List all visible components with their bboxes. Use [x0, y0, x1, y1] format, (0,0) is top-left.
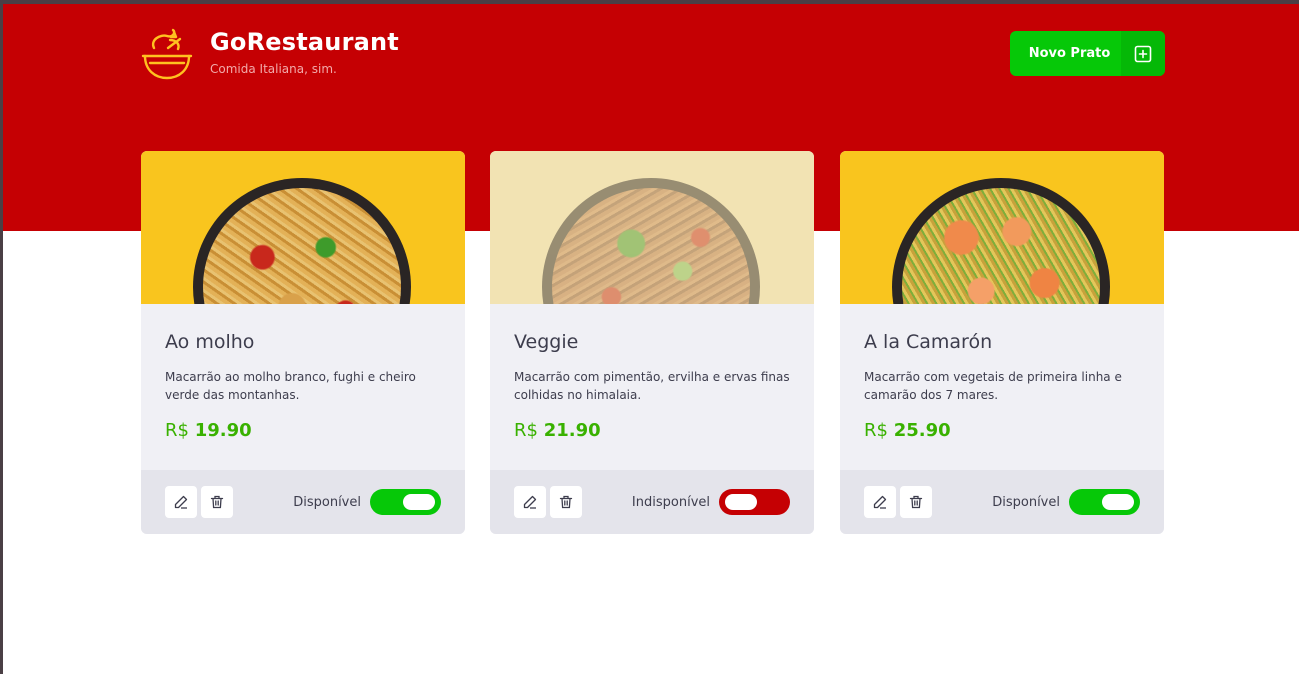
price-value: 21.90: [543, 420, 601, 441]
pencil-icon: [873, 495, 887, 509]
trash-icon: [210, 495, 224, 509]
toggle-knob: [403, 494, 435, 510]
trash-icon: [909, 495, 923, 509]
price-currency: R$: [165, 420, 189, 441]
availability: Indisponível: [632, 489, 790, 515]
edit-button[interactable]: [165, 486, 197, 518]
new-dish-button-label: Novo Prato: [1028, 46, 1111, 61]
brand: GoRestaurant Comida Italiana, sim.: [140, 28, 399, 82]
trash-icon: [559, 495, 573, 509]
dish-description: Macarrão com vegetais de primeira linha …: [864, 370, 1122, 402]
pencil-icon: [523, 495, 537, 509]
dish-image: [840, 151, 1164, 304]
dish-name: Veggie: [514, 331, 579, 353]
app-subtitle: Comida Italiana, sim.: [210, 62, 337, 76]
availability: Disponível: [293, 489, 441, 515]
delete-button[interactable]: [550, 486, 582, 518]
app-title: GoRestaurant: [210, 28, 399, 56]
window-left-border: [0, 0, 3, 674]
price-currency: R$: [514, 420, 538, 441]
availability-toggle[interactable]: [719, 489, 790, 515]
dish-plate-image: [892, 178, 1110, 304]
availability-label: Disponível: [992, 494, 1060, 510]
dish-info: A la Camarón Macarrão com vegetais de pr…: [840, 304, 1164, 470]
dish-plate-image: [542, 178, 760, 304]
availability-toggle[interactable]: [370, 489, 441, 515]
delete-button[interactable]: [201, 486, 233, 518]
dish-price: R$ 19.90: [165, 420, 441, 441]
availability-toggle[interactable]: [1069, 489, 1140, 515]
dish-actions: Disponível: [840, 470, 1164, 534]
dish-description: Macarrão com pimentão, ervilha e ervas f…: [514, 370, 790, 402]
price-value: 25.90: [893, 420, 951, 441]
edit-button[interactable]: [514, 486, 546, 518]
availability: Disponível: [992, 489, 1140, 515]
availability-label: Indisponível: [631, 494, 710, 510]
dish-card: Veggie Macarrão com pimentão, ervilha e …: [490, 151, 814, 534]
edit-button[interactable]: [864, 486, 896, 518]
pencil-icon: [174, 495, 188, 509]
dish-info: Ao molho Macarrão ao molho branco, fughi…: [141, 304, 465, 470]
availability-label: Disponível: [293, 494, 361, 510]
brand-text: GoRestaurant Comida Italiana, sim.: [210, 28, 399, 76]
dish-image: [141, 151, 465, 304]
delete-button[interactable]: [900, 486, 932, 518]
dish-info: Veggie Macarrão com pimentão, ervilha e …: [490, 304, 814, 470]
dish-plate-image: [193, 178, 411, 304]
dish-name: A la Camarón: [864, 331, 993, 353]
dish-description: Macarrão ao molho branco, fughi e cheiro…: [165, 370, 416, 402]
bowl-icon: [141, 28, 193, 80]
dish-card: A la Camarón Macarrão com vegetais de pr…: [840, 151, 1164, 534]
plus-square-icon: [1121, 31, 1165, 76]
dish-image: [490, 151, 814, 304]
toggle-knob: [1102, 494, 1134, 510]
price-value: 19.90: [194, 420, 252, 441]
dish-card: Ao molho Macarrão ao molho branco, fughi…: [141, 151, 465, 534]
new-dish-button[interactable]: Novo Prato: [1010, 31, 1165, 76]
dish-actions: Disponível: [141, 470, 465, 534]
toggle-knob: [725, 494, 757, 510]
price-currency: R$: [864, 420, 888, 441]
dish-price: R$ 25.90: [864, 420, 1140, 441]
dish-price: R$ 21.90: [514, 420, 790, 441]
dish-name: Ao molho: [165, 331, 255, 353]
dish-actions: Indisponível: [490, 470, 814, 534]
